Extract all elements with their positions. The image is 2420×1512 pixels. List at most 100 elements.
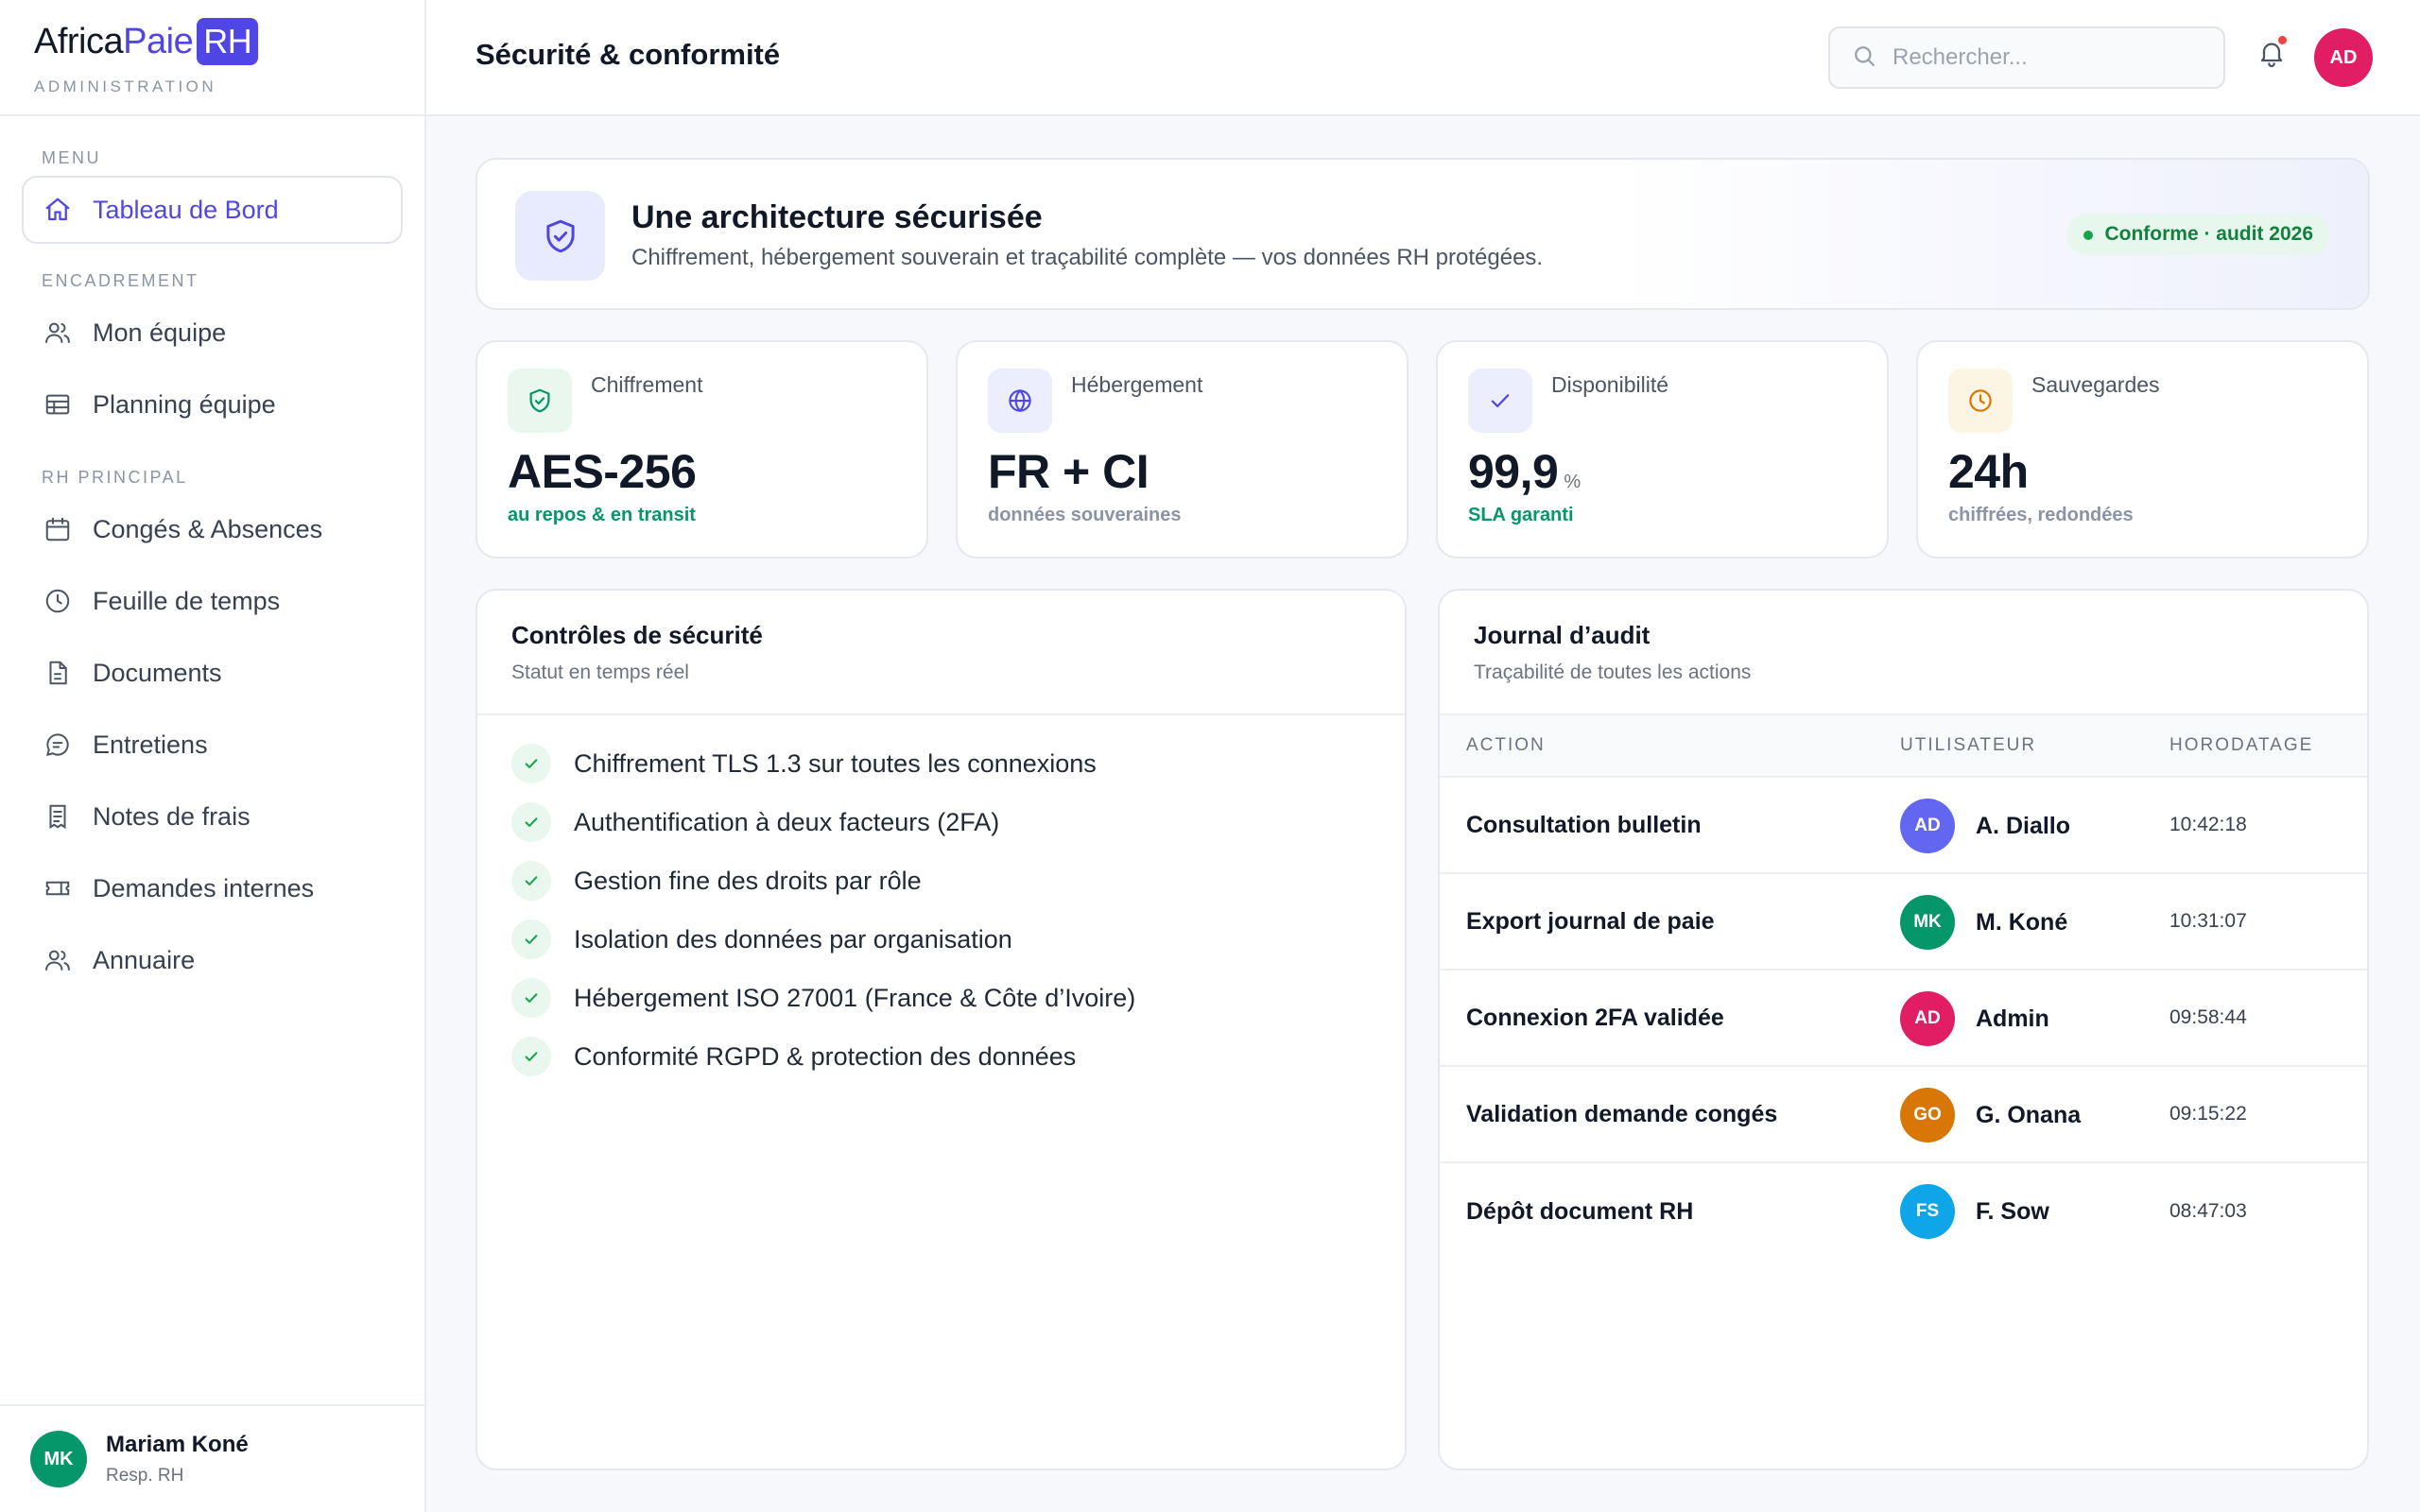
nav-section-rh-principal: RH PRINCIPAL: [42, 468, 188, 487]
document-icon: [42, 657, 74, 689]
user-role: Resp. RH: [106, 1466, 184, 1486]
sidebar-item-label: Planning équipe: [93, 389, 276, 419]
control-label: Conformité RGPD & protection des données: [574, 1041, 1077, 1071]
check-icon: [511, 802, 551, 842]
control-item: Isolation des données par organisation: [511, 910, 1405, 969]
stat-value: 24h: [1948, 445, 2029, 498]
notifications-button[interactable]: [2251, 34, 2292, 76]
audit-action: Consultation bulletin: [1466, 811, 1702, 838]
audit-timestamp: 10:31:07: [2169, 910, 2247, 932]
control-item: Conformité RGPD & protection des données: [511, 1027, 1405, 1086]
calendar-icon: [42, 513, 74, 545]
avatar: AD: [1900, 991, 1955, 1046]
check-icon: [511, 978, 551, 1018]
panel-title: Contrôles de sécurité: [511, 621, 763, 649]
audit-timestamp: 09:15:22: [2169, 1103, 2247, 1125]
sidebar: Africa Paie RH ADMINISTRATION MENU Tableau…: [0, 0, 426, 1512]
stat-value: AES-256: [508, 445, 697, 498]
sidebar-item-entretiens[interactable]: Entretiens: [0, 709, 424, 781]
control-label: Gestion fine des droits par rôle: [574, 866, 922, 895]
users-icon: [42, 317, 74, 349]
sidebar-item-label: Annuaire: [93, 945, 196, 974]
audit-user: AD A. Diallo: [1900, 799, 2070, 853]
header-avatar[interactable]: AD: [2314, 28, 2373, 87]
avatar: MK: [1900, 895, 1955, 950]
top-header: Sécurité & conformité AD: [426, 0, 2420, 116]
sidebar-item-label: Notes de frais: [93, 801, 251, 831]
audit-user-name: M. Koné: [1976, 908, 2068, 936]
audit-user-name: F. Sow: [1976, 1197, 2049, 1225]
sidebar-item-mon-equipe[interactable]: Mon équipe: [0, 297, 424, 369]
table-row[interactable]: Consultation bulletin AD A. Diallo 10:42:18: [1440, 778, 2367, 874]
brand: Africa Paie RH ADMINISTRATION: [0, 0, 424, 116]
audit-action: Connexion 2FA validée: [1466, 1004, 1724, 1031]
table-row[interactable]: Dépôt document RH FS F. Sow 08:47:03: [1440, 1163, 2367, 1260]
audit-user-name: A. Diallo: [1976, 812, 2071, 839]
sidebar-item-notes-de-frais[interactable]: Notes de frais: [0, 781, 424, 852]
audit-timestamp: 08:47:03: [2169, 1200, 2247, 1222]
search-box[interactable]: [1828, 26, 2225, 89]
receipt-icon: [42, 800, 74, 833]
sidebar-item-label: Congés & Absences: [93, 514, 323, 543]
sidebar-item-documents[interactable]: Documents: [0, 637, 424, 709]
nav-section-menu: MENU: [42, 148, 101, 167]
avatar: AD: [1900, 799, 1955, 853]
table-header: ACTION UTILISATEUR HORODATAGE: [1440, 715, 2367, 778]
control-item: Hébergement ISO 27001 (France & Côte d’I…: [511, 969, 1405, 1027]
sidebar-item-planning-equipe[interactable]: Planning équipe: [0, 369, 424, 440]
banner-subtitle: Chiffrement, hébergement souverain et tr…: [631, 245, 1544, 270]
ticket-icon: [42, 872, 74, 904]
home-icon: [42, 194, 74, 226]
users-icon: [42, 944, 74, 976]
audit-action: Export journal de paie: [1466, 907, 1715, 935]
avatar: MK: [30, 1431, 87, 1487]
stat-note: SLA garanti: [1468, 505, 1574, 525]
sidebar-item-annuaire[interactable]: Annuaire: [0, 924, 424, 996]
audit-log-panel: Journal d’audit Traçabilité de toutes le…: [1438, 589, 2369, 1470]
stat-label: Chiffrement: [591, 372, 703, 397]
avatar: GO: [1900, 1088, 1955, 1143]
stat-note: chiffrées, redondées: [1948, 505, 2134, 525]
nav-section-encadrement: ENCADREMENT: [42, 271, 199, 290]
clock-icon: [1948, 369, 2013, 433]
sidebar-item-conges-absences[interactable]: Congés & Absences: [0, 493, 424, 565]
audit-timestamp: 09:58:44: [2169, 1006, 2247, 1028]
check-icon: [511, 861, 551, 901]
sidebar-nav: MENU Tableau de Bord ENCADREMENT Mon équ…: [0, 116, 424, 996]
chat-icon: [42, 729, 74, 761]
table-icon: [42, 388, 74, 421]
panel-subtitle: Traçabilité de toutes les actions: [1474, 662, 1752, 683]
sidebar-item-feuille-de-temps[interactable]: Feuille de temps: [0, 565, 424, 637]
audit-action: Validation demande congés: [1466, 1100, 1778, 1127]
control-label: Isolation des données par organisation: [574, 924, 1012, 954]
audit-table-body: Consultation bulletin AD A. Diallo 10:42:18…: [1440, 778, 2367, 1260]
stat-note: au repos & en transit: [508, 505, 696, 525]
control-label: Chiffrement TLS 1.3 sur toutes les conne…: [574, 748, 1097, 778]
stat-value: 99,9%: [1468, 445, 1581, 498]
controls-list: Chiffrement TLS 1.3 sur toutes les conne…: [477, 715, 1405, 1086]
table-row[interactable]: Connexion 2FA validée AD Admin 09:58:44: [1440, 971, 2367, 1067]
sidebar-item-label: Documents: [93, 658, 222, 687]
control-item: Chiffrement TLS 1.3 sur toutes les conne…: [511, 734, 1405, 793]
audit-user-name: Admin: [1976, 1005, 2049, 1032]
search-input[interactable]: [1893, 44, 2214, 71]
stat-label: Disponibilité: [1551, 372, 1669, 397]
logo[interactable]: Africa Paie RH: [34, 17, 424, 66]
stat-card-disponibilite: Disponibilité 99,9% SLA garanti: [1436, 340, 1889, 558]
check-icon: [1468, 369, 1532, 433]
control-item: Gestion fine des droits par rôle: [511, 851, 1405, 910]
sidebar-item-demandes-internes[interactable]: Demandes internes: [0, 852, 424, 924]
check-icon: [511, 1037, 551, 1076]
sidebar-item-tableau-de-bord[interactable]: Tableau de Bord: [22, 176, 403, 244]
check-icon: [511, 919, 551, 959]
sidebar-item-label: Demandes internes: [93, 873, 315, 902]
table-row[interactable]: Export journal de paie MK M. Koné 10:31:07: [1440, 874, 2367, 971]
sidebar-item-label: Mon équipe: [93, 318, 227, 347]
banner-title: Une architecture sécurisée: [631, 199, 1043, 235]
control-label: Authentification à deux facteurs (2FA): [574, 807, 1000, 836]
audit-user: GO G. Onana: [1900, 1088, 2081, 1143]
security-controls-panel: Contrôles de sécurité Statut en temps ré…: [475, 589, 1407, 1470]
column-header-horodatage: HORODATAGE: [2169, 735, 2314, 755]
table-row[interactable]: Validation demande congés GO G. Onana 09:15…: [1440, 1067, 2367, 1163]
current-user[interactable]: MK Mariam Koné Resp. RH: [0, 1404, 424, 1512]
